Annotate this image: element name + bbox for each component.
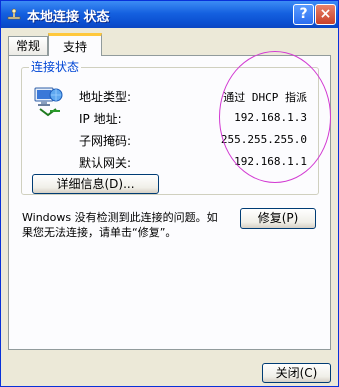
close-window-button[interactable]: × — [315, 4, 336, 25]
tab-support[interactable]: 支持 — [48, 33, 102, 56]
title-bar[interactable]: 本地连接 状态 ? × — [1, 1, 338, 28]
address-type-label: 地址类型: — [79, 90, 132, 104]
group-title: 连接状态 — [29, 60, 82, 74]
diagnostic-message: Windows 没有检测到此连接的问题。如果您无法连接，请单击“修复”。 — [22, 211, 218, 239]
default-gateway-label: 默认网关: — [79, 156, 132, 170]
ip-address-label: IP 地址: — [79, 112, 122, 126]
help-button[interactable]: ? — [293, 4, 314, 25]
subnet-mask-label: 子网掩码: — [79, 134, 132, 148]
window-title: 本地连接 状态 — [27, 10, 110, 25]
close-button[interactable]: 关闭(C) — [262, 363, 331, 383]
tab-general[interactable]: 常规 — [8, 36, 48, 55]
status-dialog: 本地连接 状态 ? × 常规 支持 连接状态 地址类型: 通过 DHCP 指派 … — [0, 0, 339, 387]
details-button[interactable]: 详细信息(D)... — [32, 174, 159, 194]
network-status-icon — [34, 87, 63, 117]
highlight-annotation-circle — [219, 51, 331, 183]
repair-button[interactable]: 修复(P) — [240, 208, 316, 229]
network-connection-icon — [7, 8, 21, 20]
